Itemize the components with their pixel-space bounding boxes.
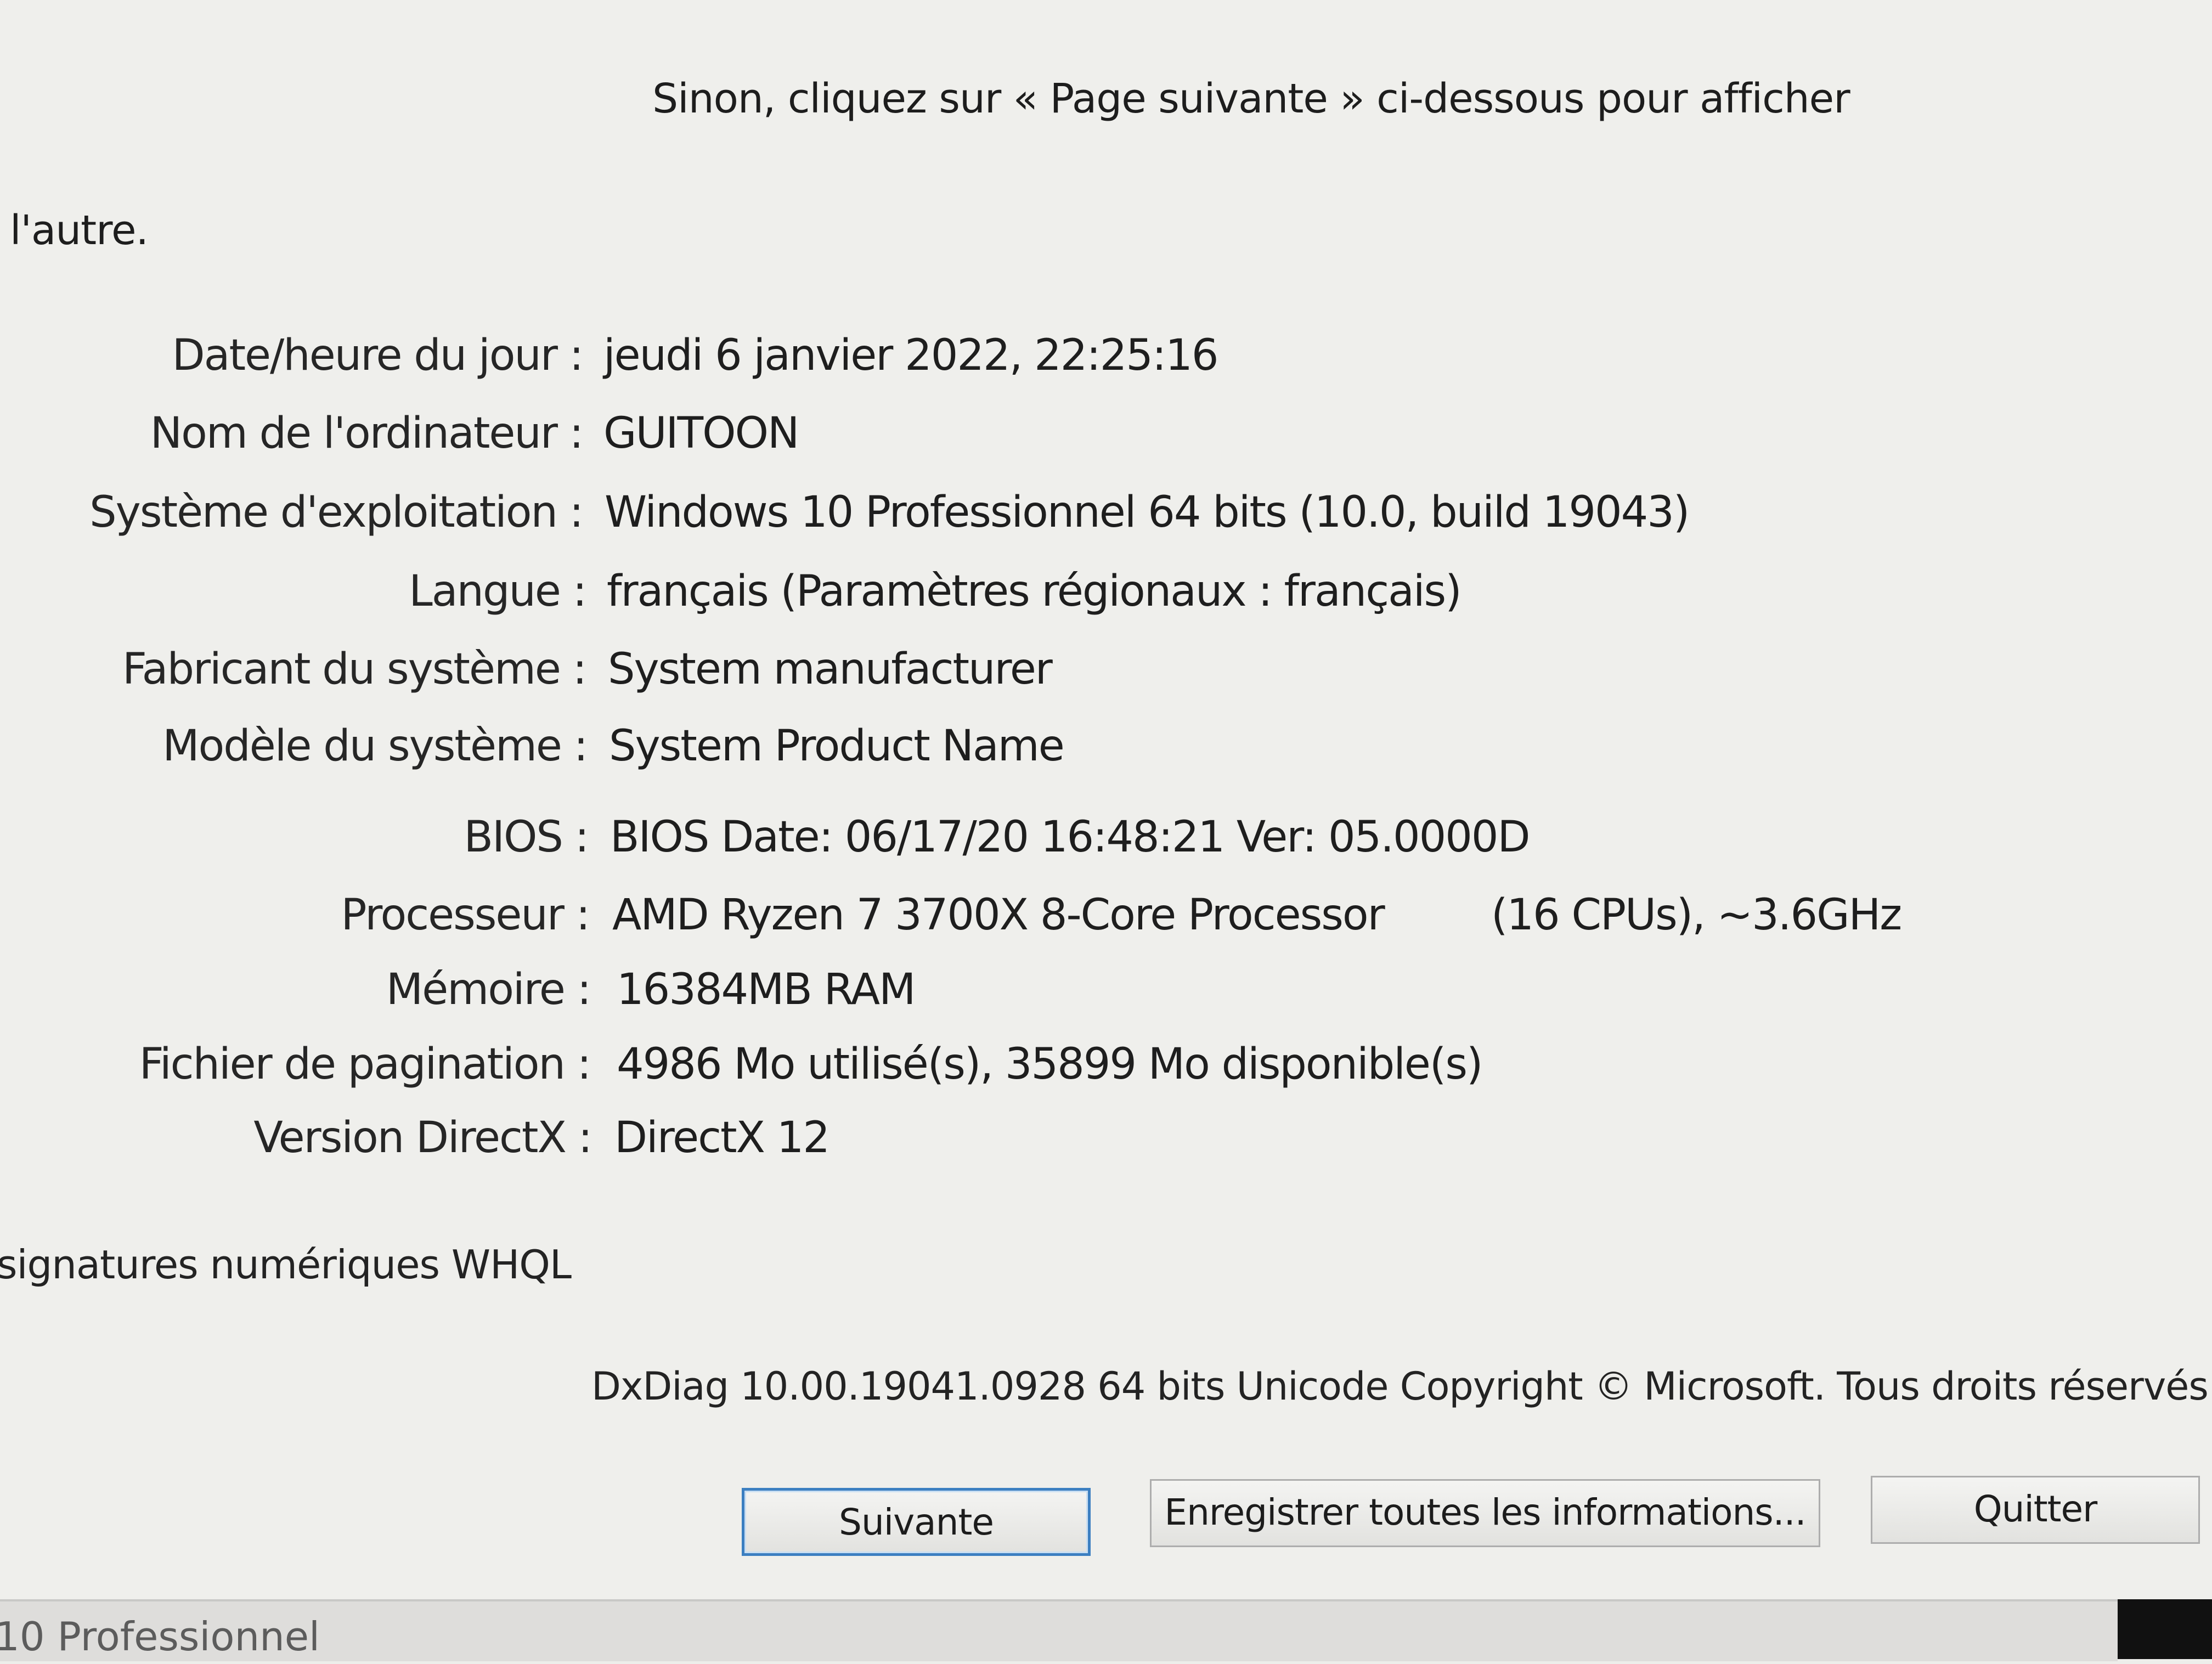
value-processor: AMD Ryzen 7 3700X 8-Core Processor: [612, 890, 1385, 940]
info-row-os: Système d'exploitation : Windows 10 Prof…: [0, 485, 2140, 545]
label-bios: BIOS :: [464, 813, 589, 862]
value-language: français (Paramètres régionaux : françai…: [607, 567, 1462, 616]
copyright-text: DxDiag 10.00.19041.0928 64 bits Unicode …: [591, 1364, 2212, 1409]
info-row-language: Langue : français (Paramètres régionaux …: [0, 564, 2140, 624]
info-row-processor: Processeur : AMD Ryzen 7 3700X 8-Core Pr…: [0, 888, 2140, 948]
label-directx: Version DirectX :: [253, 1113, 592, 1163]
whql-checkbox-label[interactable]: signatures numériques WHQL: [0, 1240, 572, 1289]
intro-line-2: l'autre.: [10, 207, 149, 254]
taskbar-text: 10 Professionnel: [0, 1614, 320, 1660]
quit-button[interactable]: Quitter: [1871, 1476, 2200, 1544]
info-row-manufacturer: Fabricant du système : System manufactur…: [0, 642, 2140, 702]
save-all-info-button[interactable]: Enregistrer toutes les informations...: [1150, 1479, 1820, 1547]
value-processor-cpus: (16 CPUs), ~3.6GHz: [1491, 890, 1902, 940]
label-computer-name: Nom de l'ordinateur :: [150, 409, 584, 458]
label-date: Date/heure du jour :: [172, 331, 584, 380]
value-manufacturer: System manufacturer: [608, 645, 1053, 694]
value-date: jeudi 6 janvier 2022, 22:25:16: [603, 331, 1218, 380]
info-row-directx: Version DirectX : DirectX 12: [0, 1110, 2140, 1171]
label-os: Système d'exploitation :: [89, 488, 584, 537]
label-language: Langue :: [409, 567, 587, 616]
info-row-bios: BIOS : BIOS Date: 06/17/20 16:48:21 Ver:…: [0, 810, 2140, 870]
label-processor: Processeur :: [341, 890, 590, 940]
value-pagefile: 4986 Mo utilisé(s), 35899 Mo disponible(…: [617, 1040, 1483, 1089]
label-memory: Mémoire :: [386, 965, 591, 1014]
label-manufacturer: Fabricant du système :: [122, 645, 587, 694]
value-computer-name: GUITOON: [603, 409, 799, 458]
info-row-date: Date/heure du jour : jeudi 6 janvier 202…: [0, 328, 2140, 388]
value-bios: BIOS Date: 06/17/20 16:48:21 Ver: 05.000…: [610, 813, 1531, 862]
label-model: Modèle du système :: [162, 721, 588, 771]
intro-line-1: Sinon, cliquez sur « Page suivante » ci-…: [10, 75, 1850, 122]
dxdiag-window: Sinon, cliquez sur « Page suivante » ci-…: [0, 0, 2212, 1599]
info-row-computer-name: Nom de l'ordinateur : GUITOON: [0, 406, 2140, 466]
screen-bezel: [2118, 1599, 2212, 1659]
info-row-pagefile: Fichier de pagination : 4986 Mo utilisé(…: [0, 1037, 2140, 1097]
next-page-button[interactable]: Suivante: [742, 1488, 1091, 1556]
value-model: System Product Name: [609, 721, 1065, 771]
intro-text: Sinon, cliquez sur « Page suivante » ci-…: [10, 0, 2182, 340]
value-memory: 16384MB RAM: [617, 965, 916, 1014]
value-directx: DirectX 12: [614, 1113, 830, 1163]
label-pagefile: Fichier de pagination :: [139, 1040, 591, 1089]
value-os: Windows 10 Professionnel 64 bits (10.0, …: [605, 488, 1690, 537]
info-row-model: Modèle du système : System Product Name: [0, 719, 2140, 779]
info-row-memory: Mémoire : 16384MB RAM: [0, 962, 2140, 1023]
taskbar-strip: 10 Professionnel: [0, 1599, 2118, 1661]
